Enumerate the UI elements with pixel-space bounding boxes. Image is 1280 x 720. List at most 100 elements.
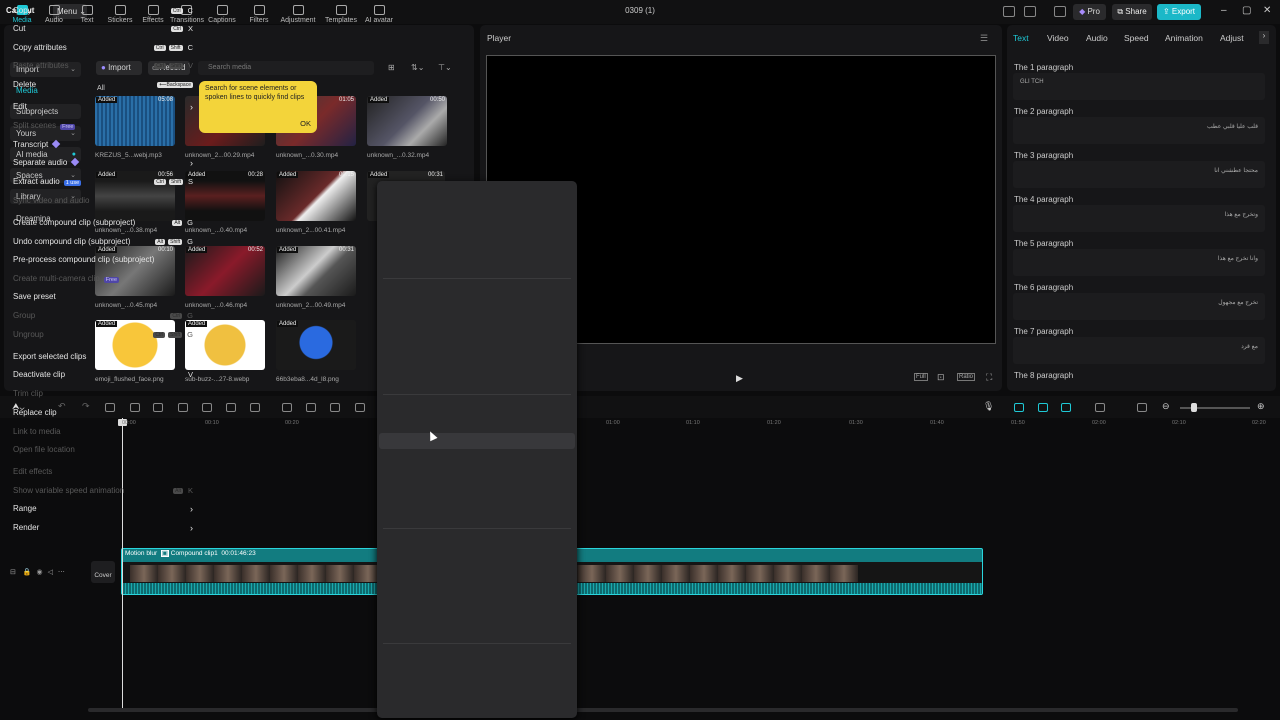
menu-item-create-compound-clip-subproject[interactable]: Create compound clip (subproject) Alt G [13,218,193,227]
menu-item-copy-attributes[interactable]: Copy attributes Ctrl Shift C [13,43,193,52]
chevron-right-icon: › [190,158,193,168]
magnet-icon[interactable] [1014,403,1024,412]
media-thumb[interactable]: Added 00:10 [95,246,175,296]
menu-item-edit[interactable]: Edit › [13,102,193,112]
view-toggle-icon[interactable]: ⊞ [388,63,395,72]
crop-icon[interactable] [226,403,236,412]
paragraph-text-field[interactable]: مع قرد [1013,337,1265,364]
timeline-scrollbar[interactable] [88,708,1238,712]
menu-item-extract-audio[interactable]: Extract audio 1 use Ctrl Shift S [13,177,193,186]
paragraph-text-field[interactable]: وانا تخرج مع هذا [1013,249,1265,276]
menu-item-undo-compound-clip-subproject[interactable]: Undo compound clip (subproject) Alt Shift G [13,237,193,246]
tab-animation[interactable]: Animation [1165,33,1203,43]
paragraph-text-field[interactable]: GLI TCH [1013,73,1265,100]
share-button[interactable]: ⧉ Share [1112,4,1152,20]
tool-captions[interactable]: Captions [206,3,238,24]
paragraph-text-field[interactable]: وتخرج مع هذا [1013,205,1265,232]
media-thumb[interactable]: Added 00:28 [185,171,265,221]
tabs-scroll-right-icon[interactable]: › [1259,31,1269,44]
cover-button[interactable]: Cover [91,561,115,583]
paragraph-text-field[interactable]: محتجا عطشني انا [1013,161,1265,188]
minimize-icon[interactable]: – [1221,5,1227,16]
menu-item-label: Cut [13,24,26,33]
menu-item-save-preset[interactable]: Save preset [13,292,193,301]
paragraph-text-field[interactable]: تخرج مع مجهول [1013,293,1265,320]
close-icon[interactable]: ✕ [1263,5,1271,16]
menu-item-transcript[interactable]: Transcript [13,139,193,149]
tool-ai-avatar[interactable]: AI avatar [360,3,398,24]
mirror-icon[interactable] [306,403,316,412]
menu-item-range[interactable]: Range › [13,504,193,514]
menu-item-replace-clip[interactable]: Replace clip [13,408,193,417]
sort-icon[interactable]: ⇅⌄ [411,63,424,72]
media-filename: unknown_...0.32.mp4 [367,152,430,159]
ruler-tick-label: 01:00 [606,420,620,426]
menu-item-delete[interactable]: Delete ⟵Backspace [13,80,193,89]
preview-axis-icon[interactable] [1061,403,1071,412]
fullscreen-icon[interactable]: ⛶ [986,372,992,383]
media-thumb[interactable]: Added 00:31 [276,246,356,296]
menu-item-export-selected-clips[interactable]: Export selected clips [13,352,193,361]
caption-icon[interactable] [1095,403,1105,412]
tab-speed[interactable]: Speed [1124,33,1149,43]
menu-item-label: Paste attributes [13,61,69,70]
mask-icon[interactable] [282,403,292,412]
menu-item-pre-process-compound-clip-subproject[interactable]: Pre-process compound clip (subproject) [13,255,193,264]
ai-icon[interactable] [330,403,340,412]
tab-video[interactable]: Video [1047,33,1069,43]
paragraph-label: The 6 paragraph [1014,283,1074,292]
search-input[interactable]: Search media [198,61,374,75]
playhead[interactable] [122,418,123,708]
menu-item-separate-audio[interactable]: Separate audio › [13,157,193,168]
freeze-icon[interactable] [355,403,365,412]
zoom-fit-timeline-icon[interactable] [1137,403,1147,412]
menu-item-copy[interactable]: Copy Ctrl C [13,6,193,15]
media-thumb[interactable]: Added 00:15 [276,171,356,221]
full-quality-button[interactable]: Full [914,373,928,381]
menu-item-cut[interactable]: Cut Ctrl X [13,24,193,33]
speaker-icon[interactable]: ◁ [48,569,53,576]
zoom-slider-handle[interactable] [1191,403,1197,412]
play-icon[interactable]: ▶ [736,373,743,384]
menu-item-deactivate-clip[interactable]: Deactivate clip V [13,370,193,379]
zoom-out-icon[interactable]: ⊖ [1162,401,1170,412]
media-thumb[interactable]: Added [185,320,265,370]
zoom-fit-icon[interactable]: ⊡ [937,372,945,383]
eye-icon[interactable]: ◉ [37,569,43,576]
pro-button[interactable]: ◆ Pro [1073,4,1106,20]
ratio-button[interactable]: Ratio [957,373,976,381]
media-thumb[interactable]: Added 00:50 [367,96,447,146]
more-icon[interactable]: ⋯ [58,569,65,576]
media-thumb[interactable]: Added [95,320,175,370]
tool-templates[interactable]: Templates [322,3,360,24]
tool-filters[interactable]: Filters [243,3,275,24]
menu-item-shortcut: › [190,158,193,168]
shortcut-letter: G [187,330,193,339]
tool-adjustment[interactable]: Adjustment [279,3,317,24]
media-thumb[interactable]: Added 00:52 [185,246,265,296]
filter-icon[interactable]: ⊤⌄ [438,63,452,72]
shortcuts-icon[interactable] [1024,6,1036,17]
screen-icon[interactable] [1054,6,1066,17]
rotate-icon[interactable] [250,403,260,412]
menu-item-shortcut: Ctrl C [168,6,193,15]
tab-adjust[interactable]: Adjust [1220,33,1244,43]
player-menu-icon[interactable]: ☰ [980,33,988,44]
menu-item-label: Group [13,311,36,320]
paragraph-text-field[interactable]: قلب عليا قلبي عطب [1013,117,1265,144]
microphone-icon[interactable]: 🎙 [983,401,994,412]
tab-audio[interactable]: Audio [1086,33,1108,43]
tab-text[interactable]: Text [1013,33,1029,43]
track-thumbnail-icon[interactable]: ⊟ [10,569,16,576]
link-icon[interactable] [1038,403,1048,412]
layout-icon[interactable] [1003,6,1015,17]
maximize-icon[interactable]: ▢ [1242,5,1251,16]
shortcut-letter: G [187,311,193,320]
menu-item-render[interactable]: Render › [13,523,193,533]
zoom-in-icon[interactable]: ⊕ [1257,401,1265,412]
marker-icon[interactable] [202,403,212,412]
media-thumb[interactable]: Added [276,320,356,370]
export-button[interactable]: ⇪ Export [1157,4,1201,20]
tooltip-ok-button[interactable]: OK [300,119,311,129]
lock-icon[interactable]: 🔒 [23,569,32,576]
